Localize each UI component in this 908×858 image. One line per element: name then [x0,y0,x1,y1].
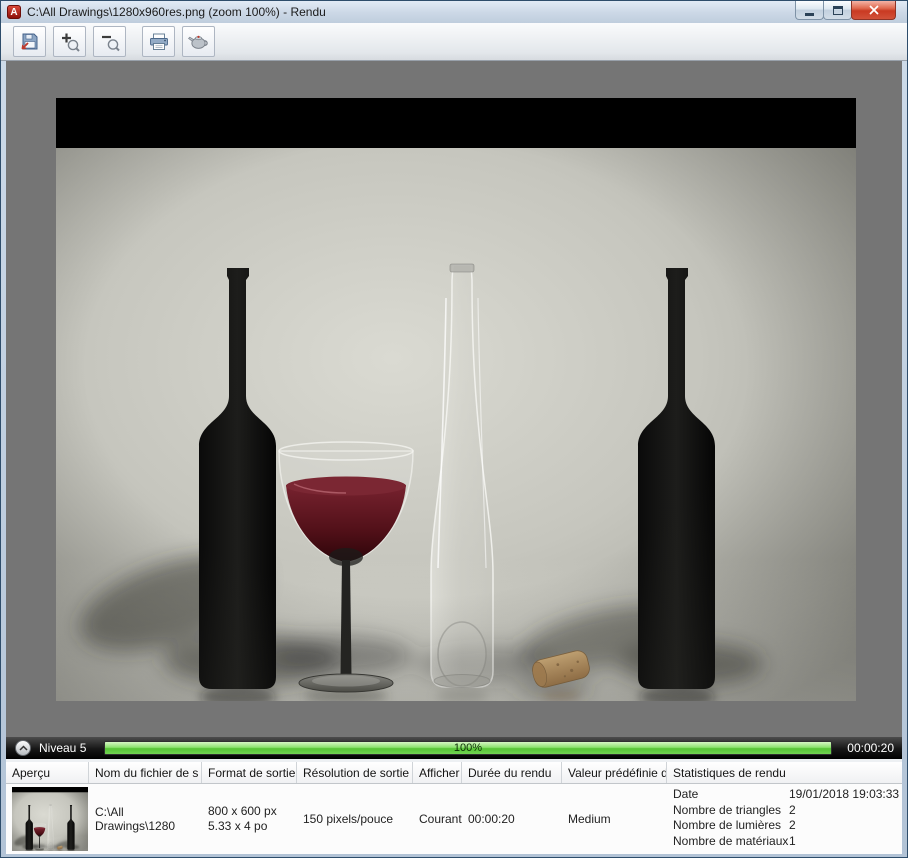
teapot-icon [187,35,208,49]
cell-preview [6,784,89,854]
maximize-icon [832,5,843,15]
maximize-button[interactable] [823,1,852,20]
close-button[interactable] [851,1,896,20]
render-image [56,98,856,701]
titlebar[interactable]: A C:\All Drawings\1280x960res.png (zoom … [1,1,907,23]
column-header-apercu[interactable]: Aperçu [6,762,89,783]
zoom-out-button[interactable] [93,26,126,57]
table-header: Aperçu Nom du fichier de s Format de sor… [6,762,902,784]
progress-level-label: Niveau 5 [39,741,87,755]
cell-duration: 00:00:20 [468,812,515,826]
window-controls [795,1,896,20]
column-header-resolution[interactable]: Résolution de sortie [297,762,413,783]
stat-materiaux: Nombre de matériaux 1 [673,833,796,848]
autocad-icon: A [7,5,21,19]
cell-output-format: 800 x 600 px 5.33 x 4 po [202,784,297,854]
zoom-out-icon [102,35,120,52]
zoom-in-button[interactable] [53,26,86,57]
save-button[interactable] [13,26,46,57]
output-format-pixels: 800 x 600 px [208,804,277,818]
progress-strip: Niveau 5 100% 00:00:20 [6,737,902,759]
column-header-nom-fichier[interactable]: Nom du fichier de s [89,762,202,783]
cell-file-name: C:\All Drawings\1280 [95,805,176,833]
toolbar [1,23,907,61]
column-header-afficher[interactable]: Afficher [413,762,462,783]
cell-statistics: Date 19/01/2018 19:03:33 Nombre de trian… [667,784,904,854]
column-header-duree[interactable]: Durée du rendu [462,762,562,783]
render-viewport [6,61,902,737]
cell-preset: Medium [568,812,611,826]
render-window: A C:\All Drawings\1280x960res.png (zoom … [0,0,908,858]
window-title: C:\All Drawings\1280x960res.png (zoom 10… [27,5,326,19]
progress-bar: 100% [104,741,832,755]
render-teapot-button[interactable] [182,26,215,57]
stat-triangles: Nombre de triangles 2 [673,802,796,817]
print-icon [149,33,168,50]
minimize-icon [805,13,814,16]
render-thumbnail[interactable] [12,787,88,851]
close-icon [869,5,878,15]
table-row[interactable]: C:\All Drawings\1280 800 x 600 px 5.33 x… [6,784,902,854]
save-icon [21,33,38,50]
stat-date: Date 19/01/2018 19:03:33 [673,787,900,801]
column-header-statistiques[interactable]: Statistiques de rendu [667,762,904,783]
minimize-button[interactable] [795,1,824,20]
collapse-button[interactable] [15,740,31,756]
cell-resolution: 150 pixels/pouce [303,812,394,826]
print-button[interactable] [142,26,175,57]
column-header-valeur-predefinie[interactable]: Valeur prédéfinie d [562,762,667,783]
zoom-in-icon [62,33,80,52]
output-format-inches: 5.33 x 4 po [208,819,268,833]
column-header-format-sortie[interactable]: Format de sortie [202,762,297,783]
progress-elapsed-time: 00:00:20 [847,741,894,755]
cell-display: Courant [419,812,462,826]
chevron-up-icon [18,745,28,751]
progress-percent-label: 100% [453,742,483,754]
stat-lumieres: Nombre de lumières 2 [673,818,796,832]
